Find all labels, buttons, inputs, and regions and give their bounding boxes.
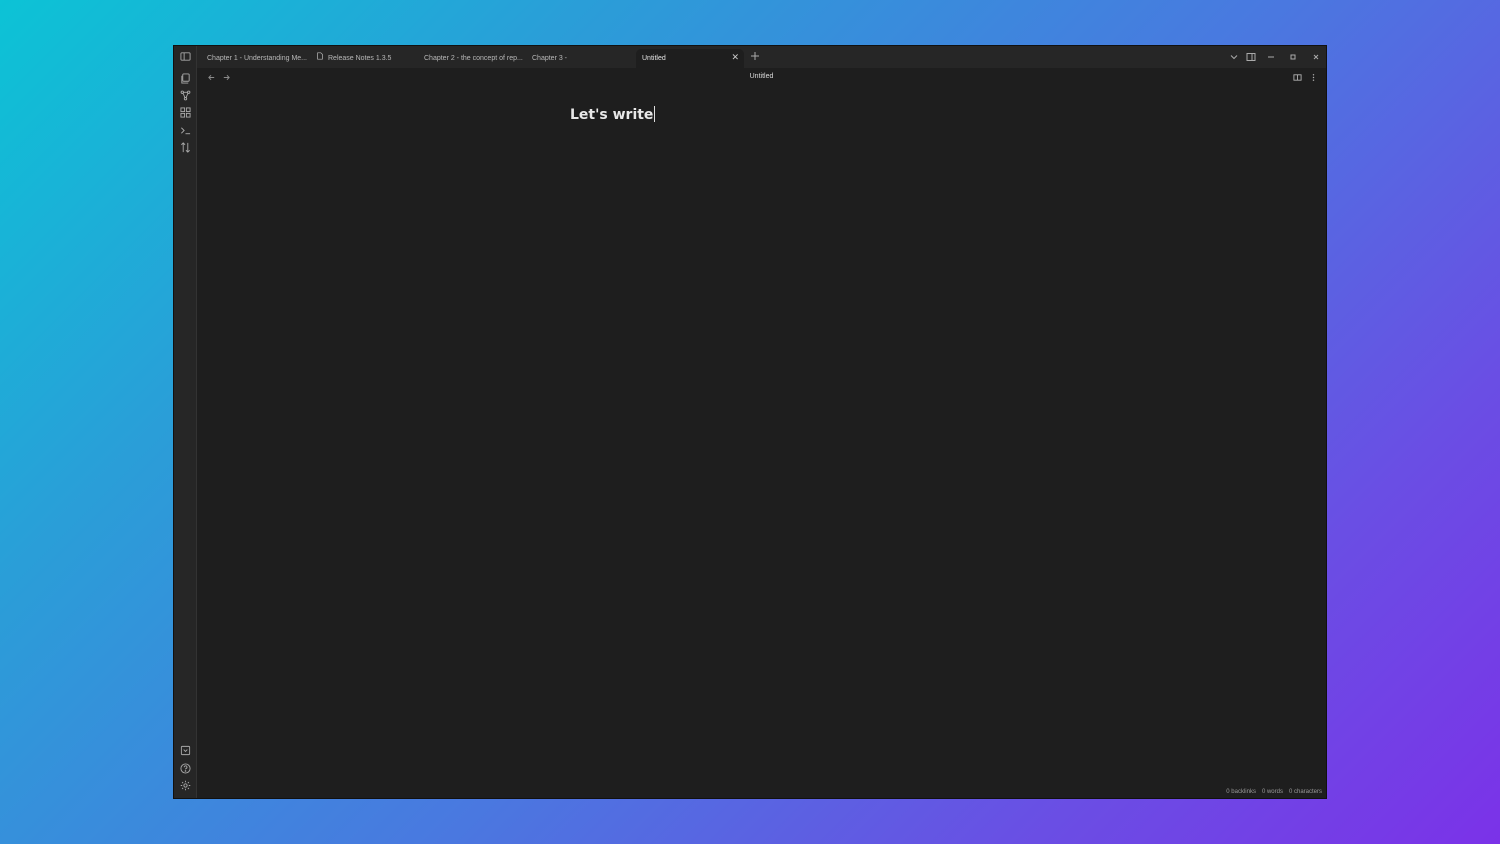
canvas-icon[interactable] (180, 107, 191, 118)
character-count: 0 characters (1288, 789, 1322, 795)
maximize-icon[interactable] (1288, 52, 1298, 62)
new-tab-icon[interactable] (750, 51, 760, 61)
sort-icon[interactable] (180, 142, 191, 153)
tab-chapter-3[interactable]: Chapter 3 - (532, 49, 632, 68)
graph-icon[interactable] (180, 90, 191, 101)
text-cursor (654, 106, 656, 122)
close-tab-icon[interactable]: ✕ (731, 49, 739, 66)
more-options-icon[interactable] (1309, 73, 1318, 82)
status-bar: 0 backlinks 0 words 0 characters (1226, 789, 1322, 795)
document-icon (316, 50, 324, 67)
view-title[interactable]: Untitled (197, 73, 1326, 80)
backlinks-count[interactable]: 0 backlinks (1226, 789, 1256, 795)
view-header: Untitled (197, 68, 1326, 88)
right-sidebar-icon[interactable] (1246, 52, 1256, 62)
tab-bar: Chapter 1 - Understanding Me... Release … (197, 46, 1326, 68)
tab-label: Untitled (642, 55, 666, 62)
tab-untitled[interactable]: Untitled ✕ (636, 49, 744, 68)
tab-label: Chapter 2 - the concept of rep... (424, 55, 523, 62)
app-window: Chapter 1 - Understanding Me... Release … (173, 45, 1327, 799)
tab-label: Chapter 3 - (532, 55, 568, 62)
tab-list-icon[interactable] (1229, 52, 1239, 62)
tab-release-notes[interactable]: Release Notes 1.3.5 (316, 49, 418, 68)
word-count: 0 words (1261, 789, 1283, 795)
vault-icon[interactable] (180, 745, 191, 756)
files-icon[interactable] (180, 73, 191, 84)
tab-chapter-2[interactable]: Chapter 2 - the concept of rep... (424, 49, 528, 68)
terminal-icon[interactable] (180, 125, 191, 136)
tab-label: Release Notes 1.3.5 (328, 55, 392, 62)
note-title[interactable]: Let's write (570, 106, 656, 123)
help-icon[interactable] (180, 763, 191, 774)
sidebar-toggle-icon[interactable] (180, 51, 191, 62)
tab-chapter-1[interactable]: Chapter 1 - Understanding Me... (207, 49, 315, 68)
left-ribbon (174, 46, 197, 798)
tab-label: Chapter 1 - Understanding Me... (207, 55, 307, 62)
note-title-text: Let's write (570, 107, 654, 123)
split-view-icon[interactable] (1293, 73, 1302, 82)
close-window-icon[interactable] (1311, 52, 1321, 62)
minimize-icon[interactable] (1266, 52, 1276, 62)
settings-icon[interactable] (180, 780, 191, 791)
